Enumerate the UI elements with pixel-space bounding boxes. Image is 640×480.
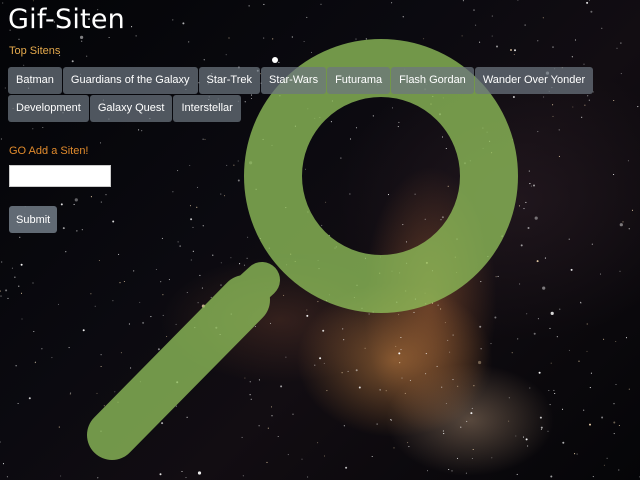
tab-batman[interactable]: Batman <box>8 67 62 94</box>
top-sitens-label: Top Sitens <box>9 45 61 57</box>
siten-tabs: Batman Guardians of the Galaxy Star-Trek… <box>8 67 628 123</box>
tab-development[interactable]: Development <box>8 95 89 122</box>
page-content: Gif-Siten Top Sitens Batman Guardians of… <box>0 0 640 480</box>
tab-galaxy-quest[interactable]: Galaxy Quest <box>89 95 173 122</box>
tab-star-trek[interactable]: Star-Trek <box>198 67 260 94</box>
site-title: Gif-Siten <box>8 4 125 35</box>
tab-wander-over-yonder[interactable]: Wander Over Yonder <box>474 67 594 94</box>
tab-futurama[interactable]: Futurama <box>327 67 391 94</box>
tab-star-wars[interactable]: Star-Wars <box>260 67 327 94</box>
tab-guardians-of-the-galaxy[interactable]: Guardians of the Galaxy <box>62 67 198 94</box>
add-siten-label: GO Add a Siten! <box>9 145 89 157</box>
tab-interstellar[interactable]: Interstellar <box>173 95 241 122</box>
siten-name-input[interactable] <box>9 165 111 187</box>
submit-button[interactable]: Submit <box>9 206 58 233</box>
tab-flash-gordan[interactable]: Flash Gordan <box>391 67 474 94</box>
